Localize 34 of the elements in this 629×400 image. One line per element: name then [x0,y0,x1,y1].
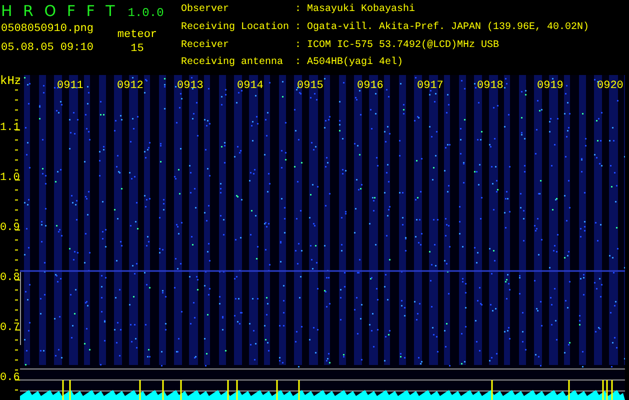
y-axis-label: 0.8 [0,272,20,284]
time-label: 0919 [537,80,564,92]
info-value: Ogata-vill. Akita-Pref. JAPAN (139.96E, 40.02N) [307,22,590,35]
meteor-count: 15 [130,43,144,55]
info-separator: : [295,22,302,35]
app-version: 1.0.0 [128,7,164,19]
date-time: 05.08.05 09:10 [1,42,94,54]
y-axis-label: 0.6 [0,372,20,384]
time-label: 0914 [237,80,264,92]
info-value: ICOM IC-575 53.7492(@LCD)MHz USB [307,40,500,52]
time-label: 0915 [297,80,324,92]
info-label: Receiving Location [181,22,290,35]
time-label: 0912 [117,80,144,92]
info-separator: : [295,40,302,52]
info-label: Receiving antenna [181,57,284,70]
time-label: 0918 [477,80,504,92]
info-separator: : [295,57,302,70]
time-label: 0911 [57,80,84,92]
file-name: 0508050910.png [1,23,94,35]
info-value: A504HB(yagi 4el) [307,57,404,70]
info-label: Observer [181,4,230,17]
time-label: 0913 [177,80,204,92]
count-label: meteor [117,29,158,41]
axis-unit: kHz [0,75,22,87]
app-title: H R O F F T [1,4,118,19]
y-axis-label: 0.9 [0,222,20,234]
time-label: 0917 [417,80,444,92]
info-label: Receiver [181,40,230,52]
time-label: 0920 [597,80,624,92]
time-label: 0916 [357,80,384,92]
info-value: Masayuki Kobayashi [307,4,416,17]
y-axis-label: 1.0 [0,172,20,184]
info-separator: : [295,4,302,17]
y-axis-label: 0.7 [0,322,20,334]
